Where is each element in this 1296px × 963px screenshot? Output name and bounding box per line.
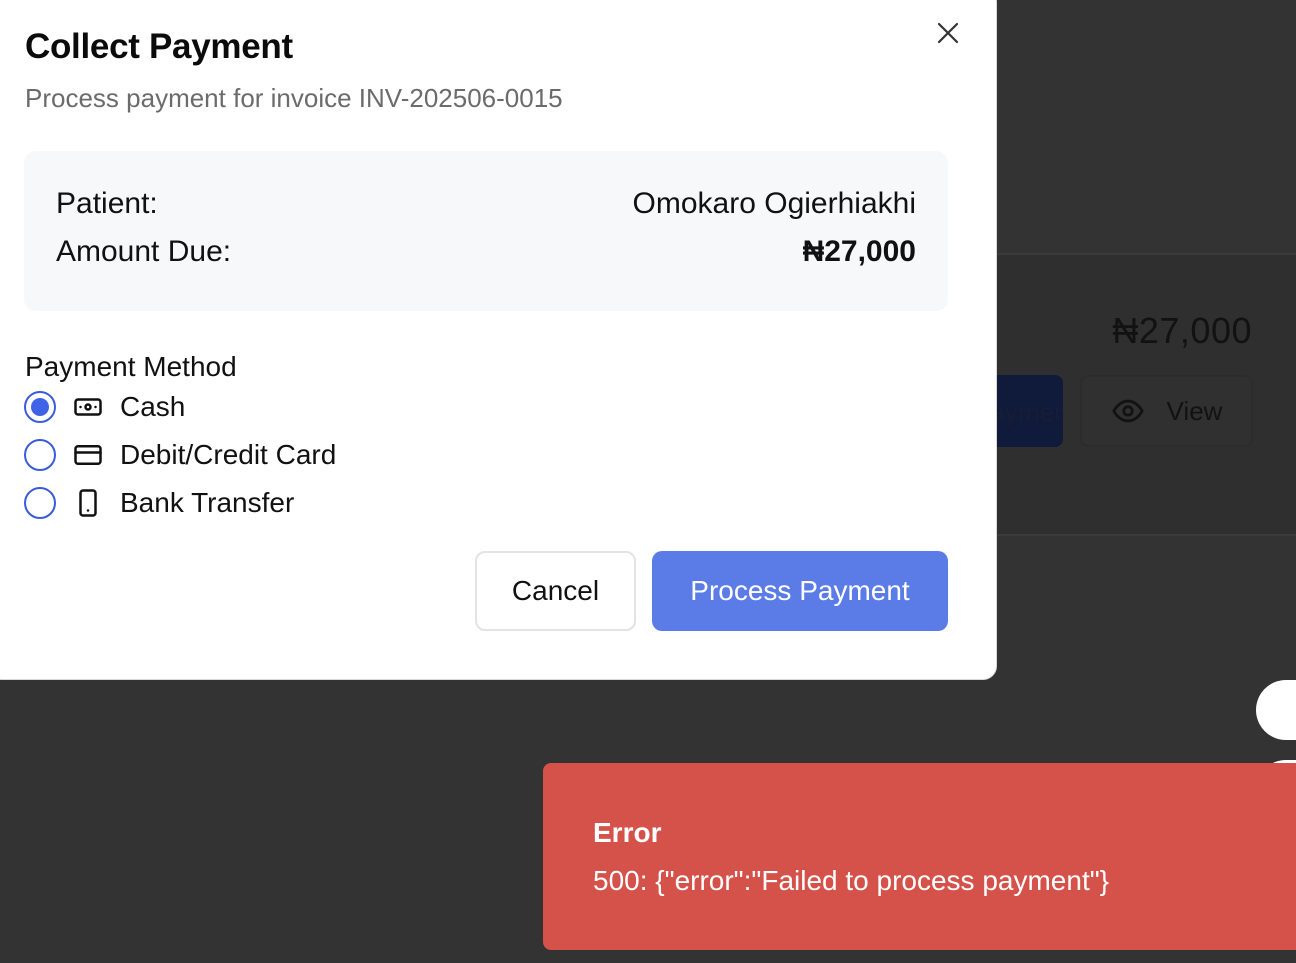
view-button-label: View [1166, 395, 1223, 426]
payment-option-card[interactable]: Debit/Credit Card [24, 435, 336, 475]
collect-payment-dialog: Collect Payment Process payment for invo… [0, 0, 997, 680]
eye-icon [1111, 399, 1144, 423]
radio-card[interactable] [24, 439, 56, 471]
payment-summary: Patient: Omokaro Ogierhiakhi Amount Due:… [24, 151, 948, 311]
patient-row: Patient: Omokaro Ogierhiakhi [56, 187, 916, 221]
credit-card-icon [72, 439, 104, 471]
patient-name: Omokaro Ogierhiakhi [632, 187, 916, 220]
error-toast: Error 500: {"error":"Failed to process p… [543, 763, 1296, 950]
payment-method-label: Payment Method [25, 351, 237, 382]
toast-message: 500: {"error":"Failed to process payment… [593, 865, 1110, 896]
process-payment-button[interactable]: Process Payment [652, 551, 948, 631]
payment-option-label: Debit/Credit Card [120, 439, 337, 470]
amount-due-value: ₦27,000 [802, 235, 916, 268]
payment-option-label: Bank Transfer [120, 487, 295, 518]
payment-option-cash[interactable]: Cash [24, 387, 185, 427]
view-invoice-button[interactable]: View [1080, 375, 1253, 447]
floating-action-button[interactable] [1256, 680, 1296, 740]
patient-label: Patient: [56, 187, 158, 220]
radio-bank-transfer[interactable] [24, 487, 56, 519]
amount-due-row: Amount Due: ₦27,000 [56, 235, 916, 269]
close-icon [937, 22, 959, 44]
record-payment-button[interactable]: Record Payment [990, 375, 1063, 447]
amount-due-label: Amount Due: [56, 235, 232, 268]
dialog-subtitle: Process payment for invoice INV-202506-0… [25, 83, 563, 113]
divider [990, 534, 1296, 536]
invoice-amount: ₦27,000 [1112, 310, 1252, 351]
close-button[interactable] [932, 17, 964, 49]
payment-option-label: Cash [120, 391, 186, 422]
record-payment-label: Record Payment [990, 397, 1063, 427]
payment-option-bank-transfer[interactable]: Bank Transfer [24, 483, 294, 523]
dialog-title: Collect Payment [25, 27, 293, 66]
cash-icon [72, 391, 104, 423]
radio-cash[interactable] [24, 391, 56, 423]
smartphone-icon [72, 487, 104, 519]
toast-title: Error [593, 817, 662, 848]
cancel-button[interactable]: Cancel [475, 551, 636, 631]
